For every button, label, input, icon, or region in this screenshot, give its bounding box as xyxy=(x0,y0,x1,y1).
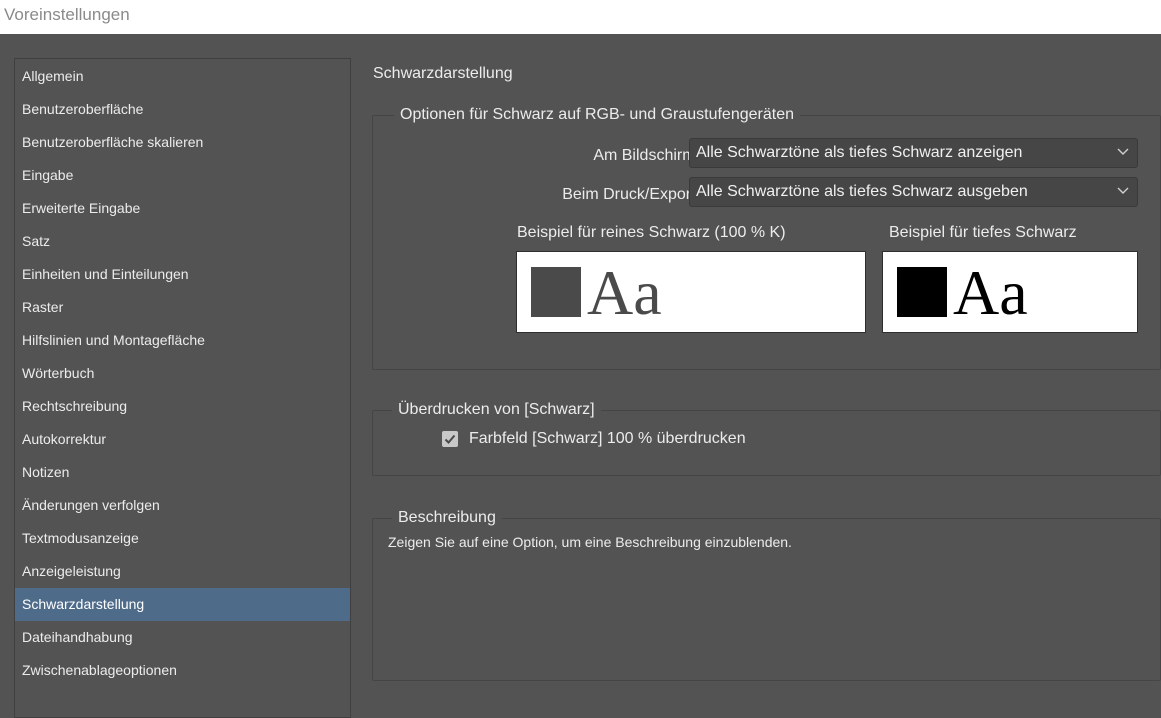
print-dropdown-value: Alle Schwarztöne als tiefes Schwarz ausg… xyxy=(696,183,1028,200)
sidebar-item[interactable]: Dateihandhabung xyxy=(15,621,350,654)
pure-black-sample-text: Aa xyxy=(587,257,662,328)
sidebar-item[interactable]: Wörterbuch xyxy=(15,357,350,390)
rich-black-sample-label: Beispiel für tiefes Schwarz xyxy=(889,224,1077,241)
rich-black-swatch xyxy=(897,267,947,317)
sidebar-item[interactable]: Änderungen verfolgen xyxy=(15,489,350,522)
black-options-group: Optionen für Schwarz auf RGB- und Graust… xyxy=(372,106,1161,370)
sidebar-item[interactable]: Raster xyxy=(15,291,350,324)
sidebar-item[interactable]: Einheiten und Einteilungen xyxy=(15,258,350,291)
screen-label: Am Bildschirm: xyxy=(593,147,700,164)
chevron-down-icon xyxy=(1117,148,1129,155)
sidebar-item[interactable]: Benutzeroberfläche skalieren xyxy=(15,126,350,159)
rich-black-sample: Aa xyxy=(882,251,1138,333)
sidebar-item[interactable]: Benutzeroberfläche xyxy=(15,93,350,126)
checkmark-icon xyxy=(444,434,456,444)
sidebar-item[interactable]: Eingabe xyxy=(15,159,350,192)
overprint-checkbox[interactable] xyxy=(442,431,458,447)
sidebar-item[interactable]: Erweiterte Eingabe xyxy=(15,192,350,225)
sidebar-item[interactable]: Schwarzdarstellung xyxy=(15,588,350,621)
sidebar-item[interactable]: Allgemein xyxy=(15,60,350,93)
sidebar-item[interactable]: Zwischenablageoptionen xyxy=(15,654,350,687)
screen-dropdown-value: Alle Schwarztöne als tiefes Schwarz anze… xyxy=(696,144,1023,161)
sidebar-item[interactable]: Textmodusanzeige xyxy=(15,522,350,555)
pure-black-swatch xyxy=(531,267,581,317)
main-panel: Schwarzdarstellung Optionen für Schwarz … xyxy=(351,34,1161,707)
description-text: Zeigen Sie auf eine Option, um eine Besc… xyxy=(388,534,792,550)
sidebar-list: Allgemein Benutzeroberfläche Benutzeroberf… xyxy=(15,59,350,687)
overprint-legend: Überdrucken von [Schwarz] xyxy=(392,401,601,419)
sidebar-item[interactable]: Autokorrektur xyxy=(15,423,350,456)
sidebar-item[interactable]: Rechtschreibung xyxy=(15,390,350,423)
sidebar-item[interactable]: Notizen xyxy=(15,456,350,489)
sidebar-item[interactable]: Anzeigeleistung xyxy=(15,555,350,588)
preferences-category-list: Allgemein Benutzeroberfläche Benutzeroberf… xyxy=(14,58,351,718)
pure-black-sample-label: Beispiel für reines Schwarz (100 % K) xyxy=(517,224,786,241)
black-options-legend: Optionen für Schwarz auf RGB- und Graust… xyxy=(394,106,800,124)
print-dropdown[interactable]: Alle Schwarztöne als tiefes Schwarz ausg… xyxy=(689,177,1138,207)
rich-black-sample-text: Aa xyxy=(953,257,1028,328)
page-title: Schwarzdarstellung xyxy=(373,65,513,82)
description-group: Beschreibung Zeigen Sie auf eine Option,… xyxy=(372,509,1161,681)
screen-dropdown[interactable]: Alle Schwarztöne als tiefes Schwarz anze… xyxy=(689,138,1138,168)
chevron-down-icon xyxy=(1117,187,1129,194)
pure-black-sample: Aa xyxy=(516,251,866,333)
print-label: Beim Druck/Export: xyxy=(562,186,700,203)
sidebar-item[interactable]: Hilfslinien und Montagefläche xyxy=(15,324,350,357)
sidebar-item[interactable]: Satz xyxy=(15,225,350,258)
description-legend: Beschreibung xyxy=(392,509,502,527)
overprint-checkbox-label[interactable]: Farbfeld [Schwarz] 100 % überdrucken xyxy=(469,430,746,448)
overprint-group: Überdrucken von [Schwarz] Farbfeld [Schw… xyxy=(372,401,1161,476)
window-title: Voreinstellungen xyxy=(0,0,1161,34)
